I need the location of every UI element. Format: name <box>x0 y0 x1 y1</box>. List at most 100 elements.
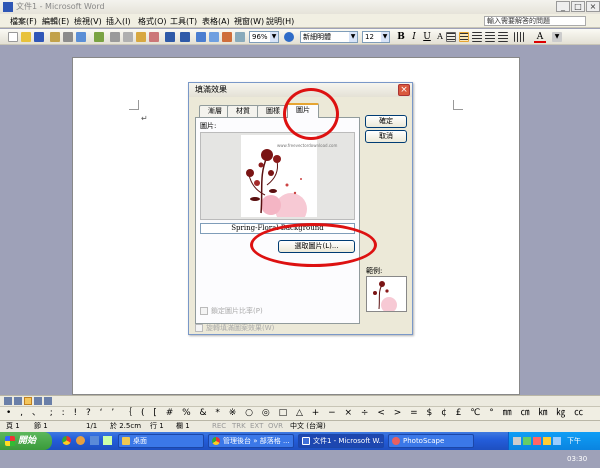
font-color-button[interactable]: A <box>534 31 546 43</box>
menu-table[interactable]: 表格(A) <box>202 16 230 27</box>
tray-icon[interactable] <box>533 437 541 445</box>
status-column: 欄 1 <box>176 422 190 430</box>
tray-icon[interactable] <box>513 437 521 445</box>
cancel-button[interactable]: 取消 <box>365 130 407 143</box>
status-ext[interactable]: EXT <box>250 421 263 432</box>
minimize-button[interactable]: _ <box>556 1 570 12</box>
photoscape-icon <box>392 437 400 445</box>
lock-ratio-label: 鎖定圖片比率(P) <box>211 307 263 315</box>
toolbar-options-icon[interactable]: ▼ <box>552 32 562 42</box>
menu-insert[interactable]: 插入(I) <box>106 16 131 27</box>
document-map-icon[interactable] <box>235 32 245 42</box>
status-page: 頁 1 <box>6 422 20 430</box>
margin-corner-mark <box>453 100 463 110</box>
start-label: 開始 <box>18 436 37 446</box>
word-icon <box>302 437 310 445</box>
align-left-icon[interactable] <box>446 32 456 42</box>
open-folder-icon[interactable] <box>21 32 31 42</box>
lock-ratio-checkbox[interactable] <box>200 307 208 315</box>
print-icon[interactable] <box>63 32 73 42</box>
task-label: 桌面 <box>133 437 147 445</box>
reading-view-icon[interactable] <box>44 397 52 405</box>
chevron-down-icon: ▼ <box>381 32 389 42</box>
task-label: 管理後台 » 部落格 ... <box>223 437 290 445</box>
columns-icon[interactable] <box>209 32 219 42</box>
status-pages: 1/1 <box>86 422 98 430</box>
paste-icon[interactable] <box>136 32 146 42</box>
window-title: 文件1 - Microsoft Word <box>16 2 105 11</box>
sample-floral-graphic <box>373 281 397 313</box>
show-desktop-icon[interactable] <box>103 436 112 445</box>
dialog-close-button[interactable]: × <box>398 84 410 96</box>
font-select[interactable]: 新細明體 ▼ <box>300 31 358 43</box>
bold-button[interactable]: B <box>395 31 407 43</box>
tab-texture[interactable]: 材質 <box>227 105 259 117</box>
character-border-icon[interactable]: A <box>434 31 446 43</box>
tray-icon[interactable] <box>543 437 551 445</box>
close-window-button[interactable]: × <box>586 1 600 12</box>
menu-edit[interactable]: 編輯(E) <box>42 16 69 27</box>
copy-icon[interactable] <box>123 32 133 42</box>
status-rec[interactable]: REC <box>212 421 226 432</box>
task-word-document[interactable]: 文件1 - Microsoft W... <box>298 434 384 448</box>
spelling-icon[interactable] <box>94 32 104 42</box>
quicklaunch-icon[interactable] <box>90 436 99 445</box>
font-size-value: 12 <box>365 33 374 41</box>
normal-view-icon[interactable] <box>4 397 12 405</box>
menu-file[interactable]: 檔案(F) <box>10 16 37 27</box>
align-center-icon[interactable] <box>472 32 482 42</box>
line-spacing-icon[interactable] <box>514 32 524 42</box>
help-search-input[interactable]: 輸入需要解答的問題 <box>484 16 586 26</box>
chrome-icon <box>212 437 220 445</box>
volume-icon[interactable] <box>553 437 561 445</box>
firefox-quicklaunch-icon[interactable] <box>76 436 85 445</box>
distributed-icon[interactable] <box>498 32 508 42</box>
task-photoscape[interactable]: PhotoScape <box>388 434 474 448</box>
status-trk[interactable]: TRK <box>232 421 246 432</box>
menu-format[interactable]: 格式(O) <box>138 16 167 27</box>
maximize-button[interactable]: □ <box>571 1 585 12</box>
status-position: 於 2.5cm <box>110 422 142 430</box>
underline-button[interactable]: U <box>421 31 433 43</box>
chevron-down-icon: ▼ <box>349 32 357 42</box>
format-painter-icon[interactable] <box>149 32 159 42</box>
status-section: 節 1 <box>34 422 48 430</box>
rotate-fill-checkbox[interactable] <box>195 324 203 332</box>
clock[interactable]: 下午 03:30 <box>567 432 600 468</box>
menu-tools[interactable]: 工具(T) <box>170 16 197 27</box>
task-blog-admin[interactable]: 管理後台 » 部落格 ... <box>208 434 294 448</box>
align-right-icon[interactable] <box>485 32 495 42</box>
ok-button[interactable]: 確定 <box>365 115 407 128</box>
menu-view[interactable]: 檢視(V) <box>74 16 102 27</box>
tray-icon[interactable] <box>523 437 531 445</box>
web-view-icon[interactable] <box>14 397 22 405</box>
start-button[interactable]: 開始 <box>0 432 52 450</box>
redo-icon[interactable] <box>180 32 190 42</box>
symbol-toolbar[interactable]: • , 、 ; : ! ? ‘ ’ ｛ ( [ # % & * ※ ○ ◎ □ … <box>0 406 600 420</box>
align-justify-icon[interactable] <box>459 32 469 42</box>
permission-icon[interactable] <box>50 32 60 42</box>
new-document-icon[interactable] <box>8 32 18 42</box>
drawing-icon[interactable] <box>222 32 232 42</box>
zoom-select[interactable]: 96% ▼ <box>249 31 279 43</box>
menu-window[interactable]: 視窗(W) <box>234 16 264 27</box>
chrome-quicklaunch-icon[interactable] <box>62 436 71 445</box>
task-desktop[interactable]: 桌面 <box>118 434 204 448</box>
chevron-down-icon: ▼ <box>270 32 278 42</box>
cut-icon[interactable] <box>110 32 120 42</box>
italic-button[interactable]: I <box>408 31 420 43</box>
font-size-select[interactable]: 12 ▼ <box>362 31 390 43</box>
help-icon[interactable] <box>284 32 294 42</box>
save-icon[interactable] <box>34 32 44 42</box>
print-preview-icon[interactable] <box>76 32 86 42</box>
sample-label: 範例: <box>366 267 383 275</box>
undo-icon[interactable] <box>165 32 175 42</box>
menu-help[interactable]: 說明(H) <box>266 16 294 27</box>
print-layout-icon[interactable] <box>24 397 32 405</box>
table-icon[interactable] <box>196 32 206 42</box>
outline-view-icon[interactable] <box>34 397 42 405</box>
status-ovr[interactable]: OVR <box>268 421 283 432</box>
annotation-circle-button <box>250 223 377 267</box>
sample-preview <box>366 276 407 313</box>
status-bar: 頁 1 節 1 1/1 於 2.5cm 行 1 欄 1 REC TRK EXT … <box>0 420 600 432</box>
